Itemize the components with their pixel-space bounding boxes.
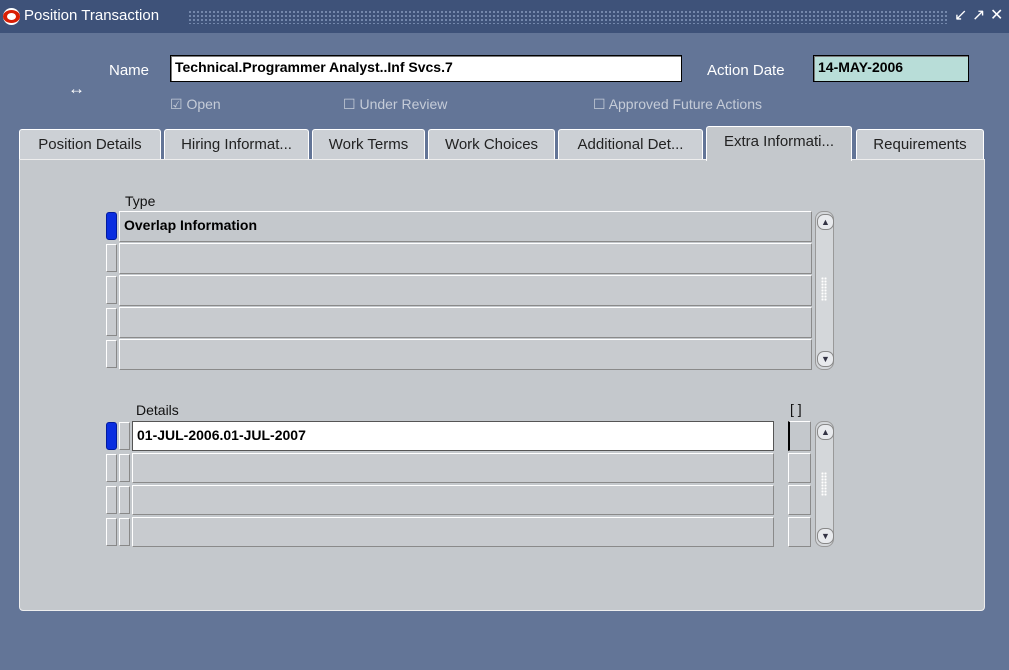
scroll-grip-icon[interactable] <box>821 277 827 301</box>
scroll-grip-icon[interactable] <box>821 472 827 496</box>
details-row[interactable] <box>132 517 774 547</box>
row-marker[interactable] <box>106 244 117 272</box>
row-marker[interactable] <box>106 454 117 482</box>
checkbox-unchecked-icon: ☐ <box>593 96 606 112</box>
flexfield-cell[interactable] <box>788 421 811 451</box>
row-marker[interactable] <box>106 276 117 304</box>
action-date-field[interactable]: 14-MAY-2006 <box>813 55 969 82</box>
tab-hiring-information[interactable]: Hiring Informat... <box>164 129 309 159</box>
action-date-label: Action Date <box>707 62 785 79</box>
type-row[interactable]: Overlap Information <box>119 211 812 242</box>
tab-additional-details[interactable]: Additional Det... <box>558 129 703 159</box>
scroll-up-icon[interactable]: ▲ <box>817 424 834 440</box>
type-row[interactable] <box>119 243 812 274</box>
tab-work-terms[interactable]: Work Terms <box>312 129 425 159</box>
scroll-down-icon[interactable]: ▼ <box>817 351 834 367</box>
name-label: Name <box>109 62 150 79</box>
type-row[interactable] <box>119 307 812 338</box>
row-marker[interactable] <box>106 486 117 514</box>
type-row[interactable] <box>119 275 812 306</box>
checkbox-unchecked-icon: ☐ <box>343 96 356 112</box>
title-bar-texture <box>188 10 949 24</box>
tab-requirements[interactable]: Requirements <box>856 129 984 159</box>
name-field[interactable]: Technical.Programmer Analyst..Inf Svcs.7 <box>170 55 682 82</box>
flexfield-cell[interactable] <box>788 453 811 483</box>
open-checkbox-label: Open <box>186 96 221 112</box>
details-row[interactable] <box>132 485 774 515</box>
details-row[interactable]: 01-JUL-2006.01-JUL-2007 <box>132 421 774 451</box>
window-title: Position Transaction <box>24 7 160 24</box>
close-icon[interactable]: ✕ <box>990 7 1003 25</box>
approved-future-actions-checkbox-label: Approved Future Actions <box>608 96 762 112</box>
tab-extra-information[interactable]: Extra Informati... <box>706 126 852 161</box>
tab-work-choices[interactable]: Work Choices <box>428 129 555 159</box>
row-marker[interactable] <box>106 518 117 546</box>
maximize-icon[interactable]: ↗ <box>972 7 985 25</box>
flexfield-cell[interactable] <box>788 517 811 547</box>
row-marker-current[interactable] <box>106 212 117 240</box>
oracle-logo-icon <box>3 8 20 25</box>
type-row[interactable] <box>119 339 812 370</box>
open-checkbox[interactable]: ☑ Open <box>170 96 221 113</box>
approved-future-actions-checkbox[interactable]: ☐ Approved Future Actions <box>593 96 762 113</box>
type-scrollbar[interactable]: ▲ ▼ <box>815 211 834 370</box>
row-marker-secondary[interactable] <box>119 486 130 514</box>
row-marker-secondary[interactable] <box>119 518 130 546</box>
row-marker-secondary[interactable] <box>119 454 130 482</box>
row-marker[interactable] <box>106 340 117 368</box>
details-row[interactable] <box>132 453 774 483</box>
under-review-checkbox-label: Under Review <box>359 96 448 112</box>
row-marker[interactable] <box>106 308 117 336</box>
scroll-down-icon[interactable]: ▼ <box>817 528 834 544</box>
details-scrollbar[interactable]: ▲ ▼ <box>815 421 834 547</box>
resize-arrows-icon[interactable]: ↔ <box>68 79 85 99</box>
flexfield-header: [ ] <box>790 401 802 417</box>
minimize-icon[interactable]: ↙ <box>954 7 967 25</box>
under-review-checkbox[interactable]: ☐ Under Review <box>343 96 447 113</box>
checkbox-checked-icon: ☑ <box>170 96 183 112</box>
row-marker-current[interactable] <box>106 422 117 450</box>
details-column-header: Details <box>136 402 179 418</box>
title-bar: Position Transaction ↙ ↗ ✕ <box>0 0 1009 33</box>
type-column-header: Type <box>125 193 156 209</box>
scroll-up-icon[interactable]: ▲ <box>817 214 834 230</box>
tab-position-details[interactable]: Position Details <box>19 129 161 159</box>
row-marker-secondary[interactable] <box>119 422 130 450</box>
flexfield-cell[interactable] <box>788 485 811 515</box>
